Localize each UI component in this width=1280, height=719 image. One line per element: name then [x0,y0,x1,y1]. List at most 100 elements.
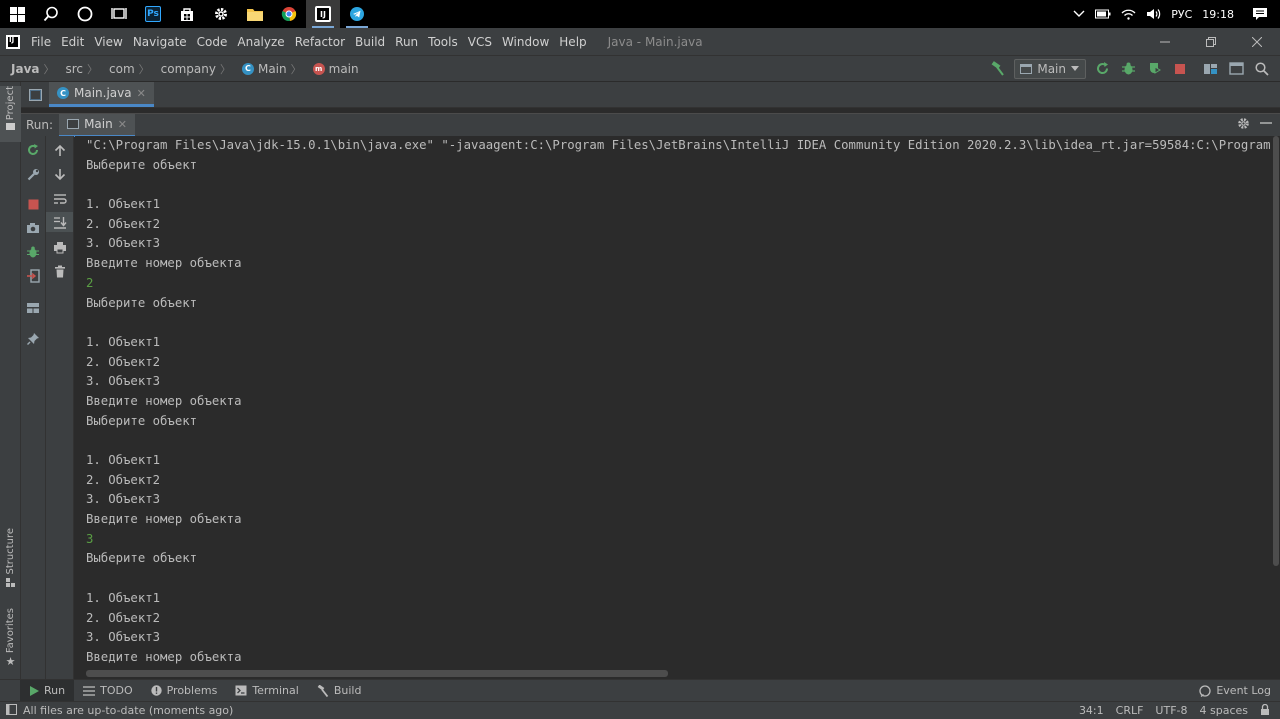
tool-windows-toggle-icon[interactable] [6,703,17,718]
tool-tab-build[interactable]: Build [308,680,371,702]
tool-tab-event-log-label: Event Log [1216,684,1271,697]
wifi-icon[interactable] [1121,8,1136,20]
windows-start-icon[interactable] [0,0,34,28]
line-separator[interactable]: CRLF [1116,704,1144,717]
volume-icon[interactable] [1146,8,1161,20]
breadcrumb-label: src [65,61,84,76]
menu-view[interactable]: View [89,35,127,49]
console-line: Выберите объект [86,413,198,428]
console-horizontal-scrollbar[interactable] [86,670,668,677]
print-icon[interactable] [46,237,73,257]
status-message[interactable]: All files are up-to-date (moments ago) [23,704,233,717]
layout-icon[interactable] [21,298,45,318]
breadcrumb-com[interactable]: com [98,62,139,76]
arrow-down-icon[interactable] [46,164,73,184]
side-tab-project[interactable]: Project [0,86,21,142]
menu-analyze[interactable]: Analyze [232,35,289,49]
stop-icon[interactable] [21,194,45,214]
presentation-mode-icon[interactable] [1226,59,1246,79]
chrome-icon[interactable] [272,0,306,28]
debug-bug-icon[interactable] [21,242,45,262]
hide-panel-icon[interactable] [1260,117,1272,134]
gear-icon[interactable] [1237,117,1250,134]
side-tab-favorites[interactable]: Favorites ★ [0,608,21,674]
console-output[interactable]: "C:\Program Files\Java\jdk-15.0.1\bin\ja… [75,136,1272,676]
stop-icon[interactable] [1170,59,1190,79]
file-explorer-icon[interactable] [238,0,272,28]
menu-edit[interactable]: Edit [56,35,89,49]
editor-split-icon[interactable] [21,82,49,107]
breadcrumb-main-class[interactable]: C Main [231,62,291,76]
exit-icon[interactable] [21,266,45,286]
battery-icon[interactable] [1095,9,1111,19]
task-view-icon[interactable] [102,0,136,28]
menu-help[interactable]: Help [554,35,591,49]
windows-taskbar: Ps IJ РУС 19:18 [0,0,1280,28]
camera-icon[interactable] [21,218,45,238]
wrench-icon[interactable] [21,164,45,184]
file-encoding[interactable]: UTF-8 [1155,704,1187,717]
tool-tab-run[interactable]: Run [20,679,75,702]
intellij-idea-icon[interactable]: IJ [306,0,340,28]
project-structure-icon[interactable] [1200,59,1220,79]
menu-build[interactable]: Build [350,35,390,49]
menu-refactor[interactable]: Refactor [290,35,350,49]
tool-window-bar: Run TODO Problems Terminal Build Event L… [0,679,1280,702]
search-everywhere-icon[interactable] [1252,59,1272,79]
close-button[interactable] [1234,28,1280,55]
console-vertical-scrollbar[interactable] [1272,136,1280,676]
search-icon[interactable] [34,0,68,28]
photoshop-icon[interactable]: Ps [136,0,170,28]
minimize-button[interactable] [1142,28,1188,55]
menu-navigate[interactable]: Navigate [128,35,192,49]
language-indicator[interactable]: РУС [1171,8,1192,21]
rerun-icon[interactable] [21,140,45,160]
scroll-to-end-icon[interactable] [46,212,73,232]
rerun-icon[interactable] [1092,59,1112,79]
menu-window[interactable]: Window [497,35,554,49]
build-hammer-icon[interactable] [988,59,1008,79]
arrow-up-icon[interactable] [46,140,73,160]
coverage-icon[interactable] [1144,59,1164,79]
chevron-up-icon[interactable] [1073,10,1085,18]
notifications-icon[interactable] [1252,7,1268,21]
breadcrumb-company[interactable]: company [150,62,220,76]
pin-icon[interactable] [21,328,45,348]
telegram-icon[interactable] [340,0,374,28]
tool-tab-terminal[interactable]: Terminal [226,680,308,702]
class-icon: C [57,87,69,99]
tool-tab-event-log[interactable]: Event Log [1190,680,1280,702]
restore-button[interactable] [1188,28,1234,55]
menu-file[interactable]: File [26,35,56,49]
close-icon[interactable]: ✕ [137,87,146,100]
console-line: Введите номер объекта [86,649,242,664]
menu-vcs[interactable]: VCS [463,35,497,49]
settings-icon[interactable] [204,0,238,28]
debug-bug-icon[interactable] [1118,59,1138,79]
menu-tools[interactable]: Tools [423,35,463,49]
run-configuration-select[interactable]: Main [1014,58,1086,79]
lock-icon[interactable] [1260,703,1270,718]
breadcrumb-main-method[interactable]: m main [302,62,363,76]
tool-tab-todo[interactable]: TODO [74,680,142,702]
cortana-icon[interactable] [68,0,102,28]
soft-wrap-icon[interactable] [46,189,73,209]
close-icon[interactable]: ✕ [118,118,127,131]
breadcrumb-project[interactable]: Java [0,62,43,76]
caret-position[interactable]: 34:1 [1079,704,1104,717]
tool-tab-problems[interactable]: Problems [142,680,227,702]
store-icon[interactable] [170,0,204,28]
editor-tab-main-java[interactable]: C Main.java ✕ [49,82,154,107]
clock[interactable]: 19:18 [1202,8,1234,21]
left-tool-stripe: Project Structure Favorites ★ [0,82,21,679]
breadcrumb-label: company [160,61,216,76]
scrollbar-thumb[interactable] [1273,136,1279,566]
console-line: 3. Объект3 [86,374,161,389]
menu-run[interactable]: Run [390,35,423,49]
indent-setting[interactable]: 4 spaces [1200,704,1249,717]
menu-code[interactable]: Code [192,35,233,49]
run-tab-main[interactable]: Main ✕ [59,113,135,137]
breadcrumb-src[interactable]: src [54,62,87,76]
trash-icon[interactable] [46,261,73,281]
side-tab-structure[interactable]: Structure [0,528,21,594]
